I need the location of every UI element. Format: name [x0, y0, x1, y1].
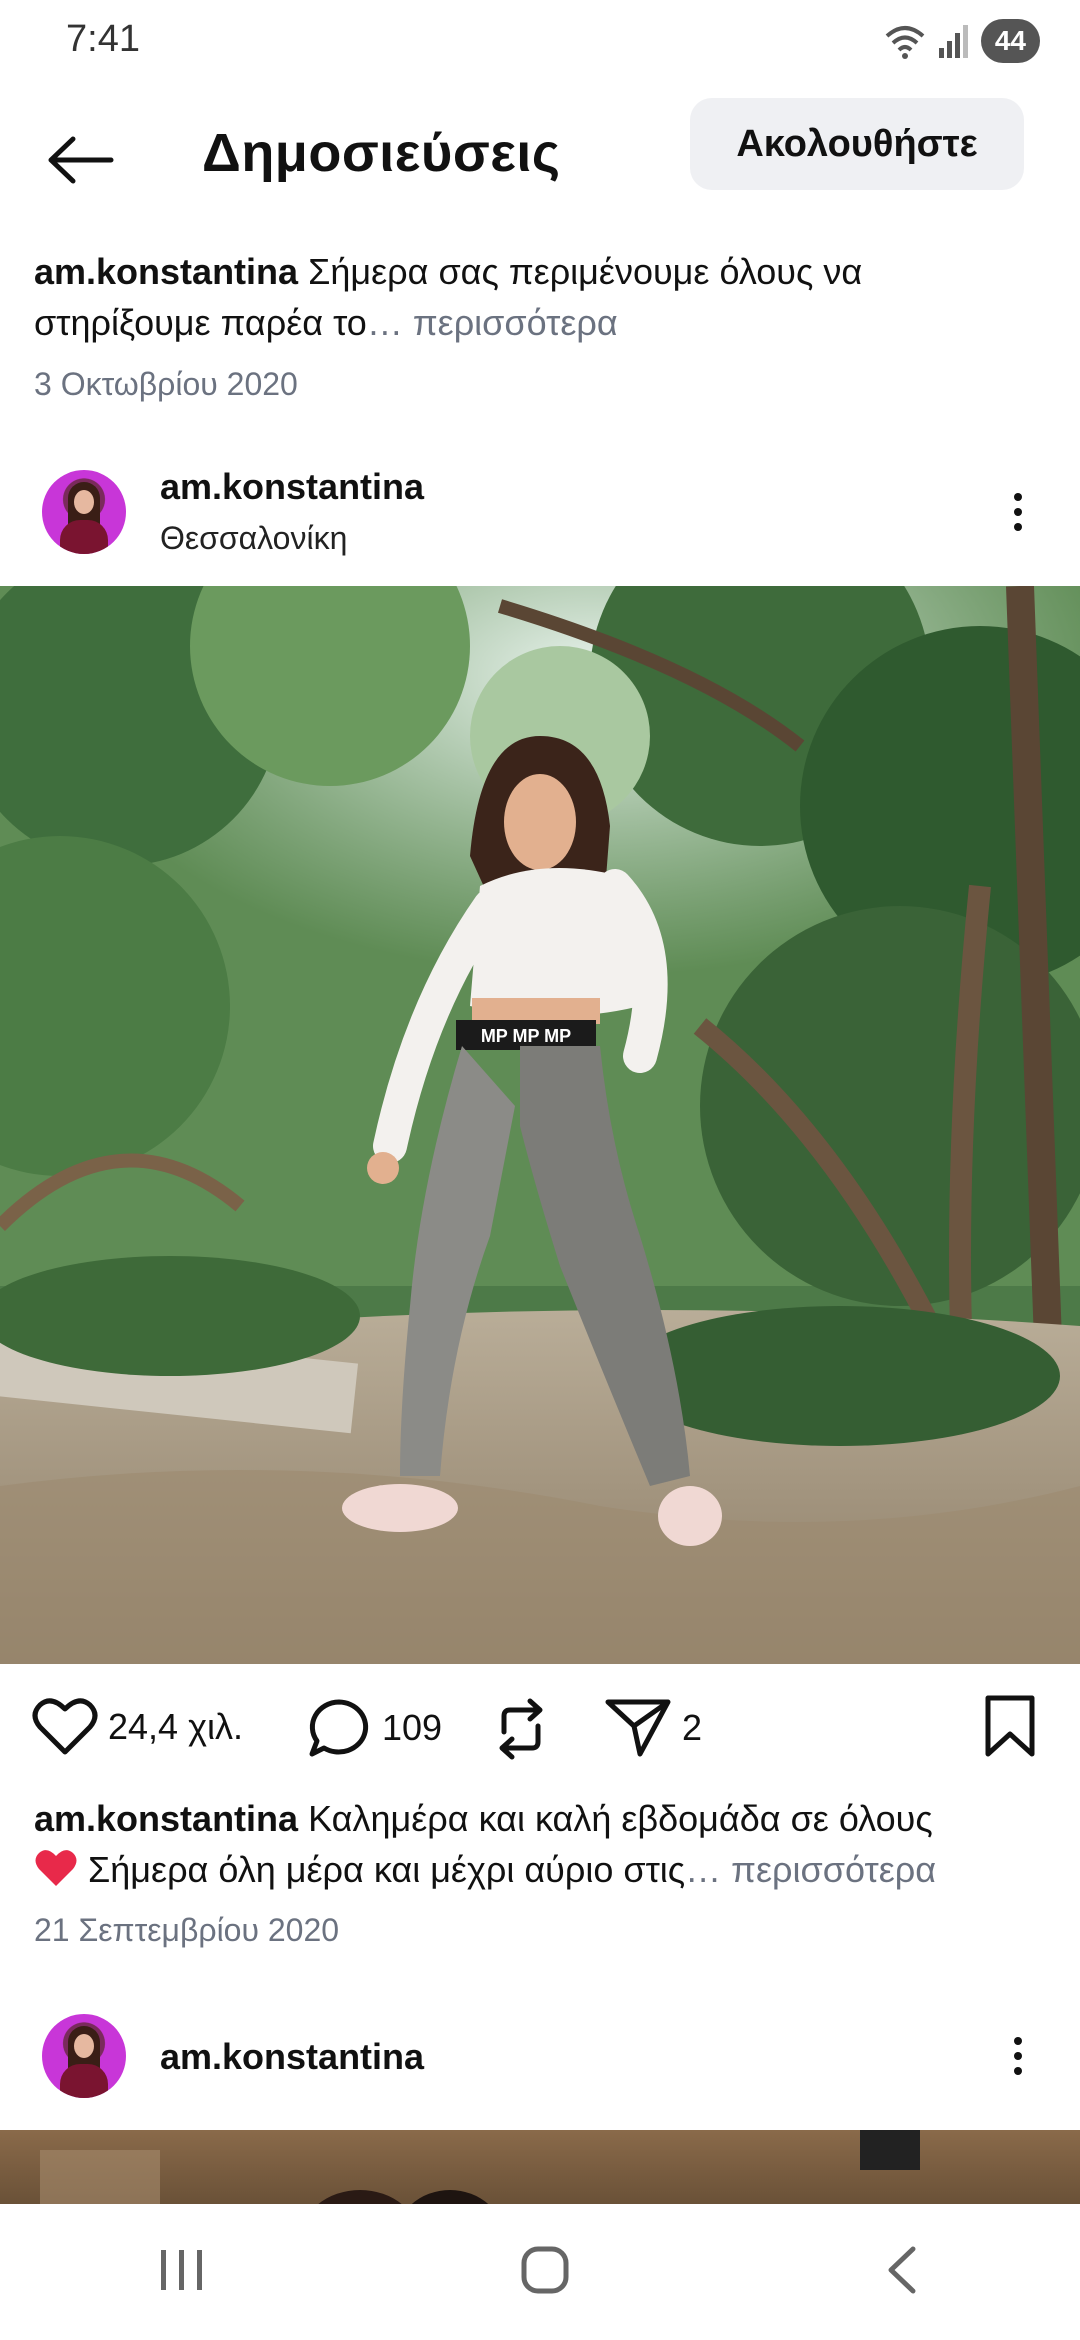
share-button[interactable]: 2	[604, 1696, 702, 1760]
battery-indicator: 44	[980, 19, 1040, 63]
post-date: 3 Οκτωβρίου 2020	[34, 366, 298, 402]
post-photo[interactable]: MP MP MP	[0, 586, 1080, 1664]
photo-illustration: MP MP MP	[0, 586, 1080, 1664]
previous-post-caption: am.konstantina Σήμερα σας περιμένουμε όλ…	[34, 246, 1044, 348]
chevron-left-icon	[888, 2246, 916, 2293]
home-button[interactable]	[520, 2245, 570, 2300]
comment-count: 109	[382, 1707, 443, 1748]
home-icon	[521, 2246, 569, 2293]
like-count: 24,4 χιλ.	[108, 1706, 243, 1747]
like-button[interactable]: 24,4 χιλ.	[32, 1696, 243, 1758]
heart-icon	[32, 1698, 98, 1755]
caption-text: Καλημέρα και καλή εβδομάδα σε όλους	[308, 1798, 933, 1839]
caption-username[interactable]: am.konstantina	[34, 251, 298, 292]
avatar[interactable]	[42, 2014, 126, 2098]
share-count: 2	[682, 1707, 703, 1748]
recent-apps-button[interactable]	[157, 2248, 207, 2297]
repost-icon	[499, 1698, 543, 1760]
arrow-left-icon	[48, 136, 114, 184]
comment-button[interactable]: 109	[306, 1696, 442, 1760]
save-button[interactable]	[982, 1694, 1038, 1765]
page-title: Δημοσιεύσεις	[202, 123, 561, 183]
status-icons: 44	[883, 18, 1040, 64]
system-nav-bar	[0, 2204, 1080, 2340]
caption-text-2: Σήμερα όλη μέρα και μέχρι αύριο στις	[88, 1849, 686, 1890]
back-nav-button[interactable]	[883, 2245, 923, 2300]
post-username[interactable]: am.konstantina	[160, 466, 424, 508]
post-date: 21 Σεπτεμβρίου 2020	[34, 1912, 340, 1948]
post-username[interactable]: am.konstantina	[160, 2036, 424, 2078]
follow-button[interactable]: Ακολουθήστε	[690, 98, 1024, 190]
comment-icon	[309, 1699, 369, 1757]
recent-apps-icon	[160, 2249, 202, 2290]
red-heart-emoji	[35, 1850, 77, 1886]
signal-icon	[938, 25, 968, 58]
avatar[interactable]	[42, 470, 126, 554]
waistband-text: MP MP MP	[481, 1026, 571, 1046]
wifi-icon	[885, 26, 925, 59]
post-caption: am.konstantina Καλημέρα και καλή εβδομάδ…	[34, 1793, 1044, 1895]
more-options-icon[interactable]	[988, 482, 1048, 542]
back-button[interactable]	[40, 120, 120, 200]
more-link[interactable]: … περισσότερα	[685, 1849, 936, 1890]
bookmark-icon	[985, 1695, 1035, 1757]
caption-username[interactable]: am.konstantina	[34, 1798, 298, 1839]
send-icon	[605, 1699, 671, 1757]
repost-button[interactable]	[490, 1696, 552, 1762]
more-options-icon[interactable]	[988, 2026, 1048, 2086]
status-time: 7:41	[66, 18, 140, 60]
post-location[interactable]: Θεσσαλονίκη	[160, 520, 347, 557]
more-link[interactable]: … περισσότερα	[367, 302, 618, 343]
